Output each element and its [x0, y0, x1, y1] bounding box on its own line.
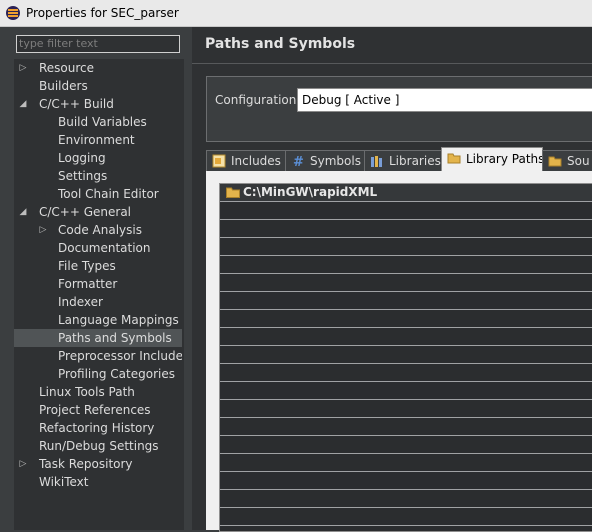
tree-item-builders[interactable]: Builders [14, 77, 182, 95]
table-row [220, 220, 592, 238]
collapse-arrow-icon[interactable]: ◢ [18, 95, 28, 113]
table-row [220, 472, 592, 490]
sidebar: type filter text ▷ Resource Builders ◢ C… [0, 27, 190, 530]
hash-icon: # [293, 155, 304, 168]
table-row [220, 418, 592, 436]
includes-icon [212, 154, 226, 168]
tree-item-preprocessor-include-paths[interactable]: Preprocessor Include Pa [14, 347, 182, 365]
header-divider [192, 63, 592, 64]
table-row [220, 346, 592, 364]
tree-item-cpp-general[interactable]: ◢ C/C++ General [14, 203, 182, 221]
tab-symbols[interactable]: # Symbols [285, 150, 365, 171]
tree-item-task-repository[interactable]: ▷ Task Repository [14, 455, 182, 473]
tree-item-resource[interactable]: ▷ Resource [14, 59, 182, 77]
tree-item-environment[interactable]: Environment [14, 131, 182, 149]
svg-text:#: # [293, 155, 304, 168]
eclipse-logo-icon [6, 6, 20, 20]
list-item[interactable]: C:\MinGW\rapidXML [220, 184, 592, 202]
library-path: C:\MinGW\rapidXML [243, 185, 378, 199]
configuration-select[interactable]: Debug [ Active ] [297, 88, 592, 112]
tree-item-formatter[interactable]: Formatter [14, 275, 182, 293]
table-row [220, 364, 592, 382]
folder-icon [548, 156, 562, 167]
tree-item-logging[interactable]: Logging [14, 149, 182, 167]
expand-arrow-icon[interactable]: ▷ [38, 221, 48, 239]
tree-item-run-debug-settings[interactable]: Run/Debug Settings [14, 437, 182, 455]
tree-item-settings[interactable]: Settings [14, 167, 182, 185]
configuration-group: Configuration: Debug [ Active ] [206, 76, 592, 142]
tree-item-cpp-build[interactable]: ◢ C/C++ Build [14, 95, 182, 113]
properties-tree: ▷ Resource Builders ◢ C/C++ Build Build … [14, 59, 184, 530]
tree-item-code-analysis[interactable]: ▷ Code Analysis [14, 221, 182, 239]
expand-arrow-icon[interactable]: ▷ [18, 59, 28, 77]
main-panel: Paths and Symbols Configuration: Debug [… [192, 27, 592, 532]
window-title: Properties for SEC_parser [26, 6, 179, 20]
tab-bar: Includes # Symbols Libraries Library Pat… [206, 147, 592, 172]
title-bar: Properties for SEC_parser [0, 0, 592, 27]
tree-item-tool-chain-editor[interactable]: Tool Chain Editor [14, 185, 182, 203]
table-row [220, 274, 592, 292]
filter-input[interactable]: type filter text [16, 35, 180, 53]
table-row [220, 382, 592, 400]
tab-includes[interactable]: Includes [206, 150, 286, 171]
table-row [220, 490, 592, 508]
folder-icon [447, 153, 461, 164]
table-row [220, 292, 592, 310]
tab-library-paths[interactable]: Library Paths [441, 147, 543, 172]
tab-libraries[interactable]: Libraries [364, 150, 442, 171]
table-row [220, 454, 592, 472]
table-row [220, 328, 592, 346]
tree-item-project-references[interactable]: Project References [14, 401, 182, 419]
tree-item-wikitext[interactable]: WikiText [14, 473, 182, 491]
tree-item-file-types[interactable]: File Types [14, 257, 182, 275]
tree-item-linux-tools-path[interactable]: Linux Tools Path [14, 383, 182, 401]
tree-item-language-mappings[interactable]: Language Mappings [14, 311, 182, 329]
table-row [220, 256, 592, 274]
table-row [220, 310, 592, 328]
page-title: Paths and Symbols [205, 36, 356, 52]
library-paths-list[interactable]: C:\MinGW\rapidXML [219, 183, 592, 532]
tree-item-build-variables[interactable]: Build Variables [14, 113, 182, 131]
libraries-icon [371, 156, 382, 167]
expand-arrow-icon[interactable]: ▷ [18, 455, 28, 473]
tree-item-indexer[interactable]: Indexer [14, 293, 182, 311]
tree-item-paths-and-symbols[interactable]: Paths and Symbols [14, 329, 182, 347]
table-row [220, 202, 592, 220]
folder-icon [226, 187, 240, 198]
table-row [220, 526, 592, 531]
tab-source-location[interactable]: Sou [542, 150, 592, 171]
table-row [220, 238, 592, 256]
library-paths-panel: C:\MinGW\rapidXML [206, 171, 592, 532]
tree-item-refactoring-history[interactable]: Refactoring History [14, 419, 182, 437]
configuration-label: Configuration: [215, 93, 301, 107]
tree-item-documentation[interactable]: Documentation [14, 239, 182, 257]
table-row [220, 508, 592, 526]
table-row [220, 400, 592, 418]
tree-item-profiling-categories[interactable]: Profiling Categories [14, 365, 182, 383]
collapse-arrow-icon[interactable]: ◢ [18, 203, 28, 221]
table-row [220, 436, 592, 454]
